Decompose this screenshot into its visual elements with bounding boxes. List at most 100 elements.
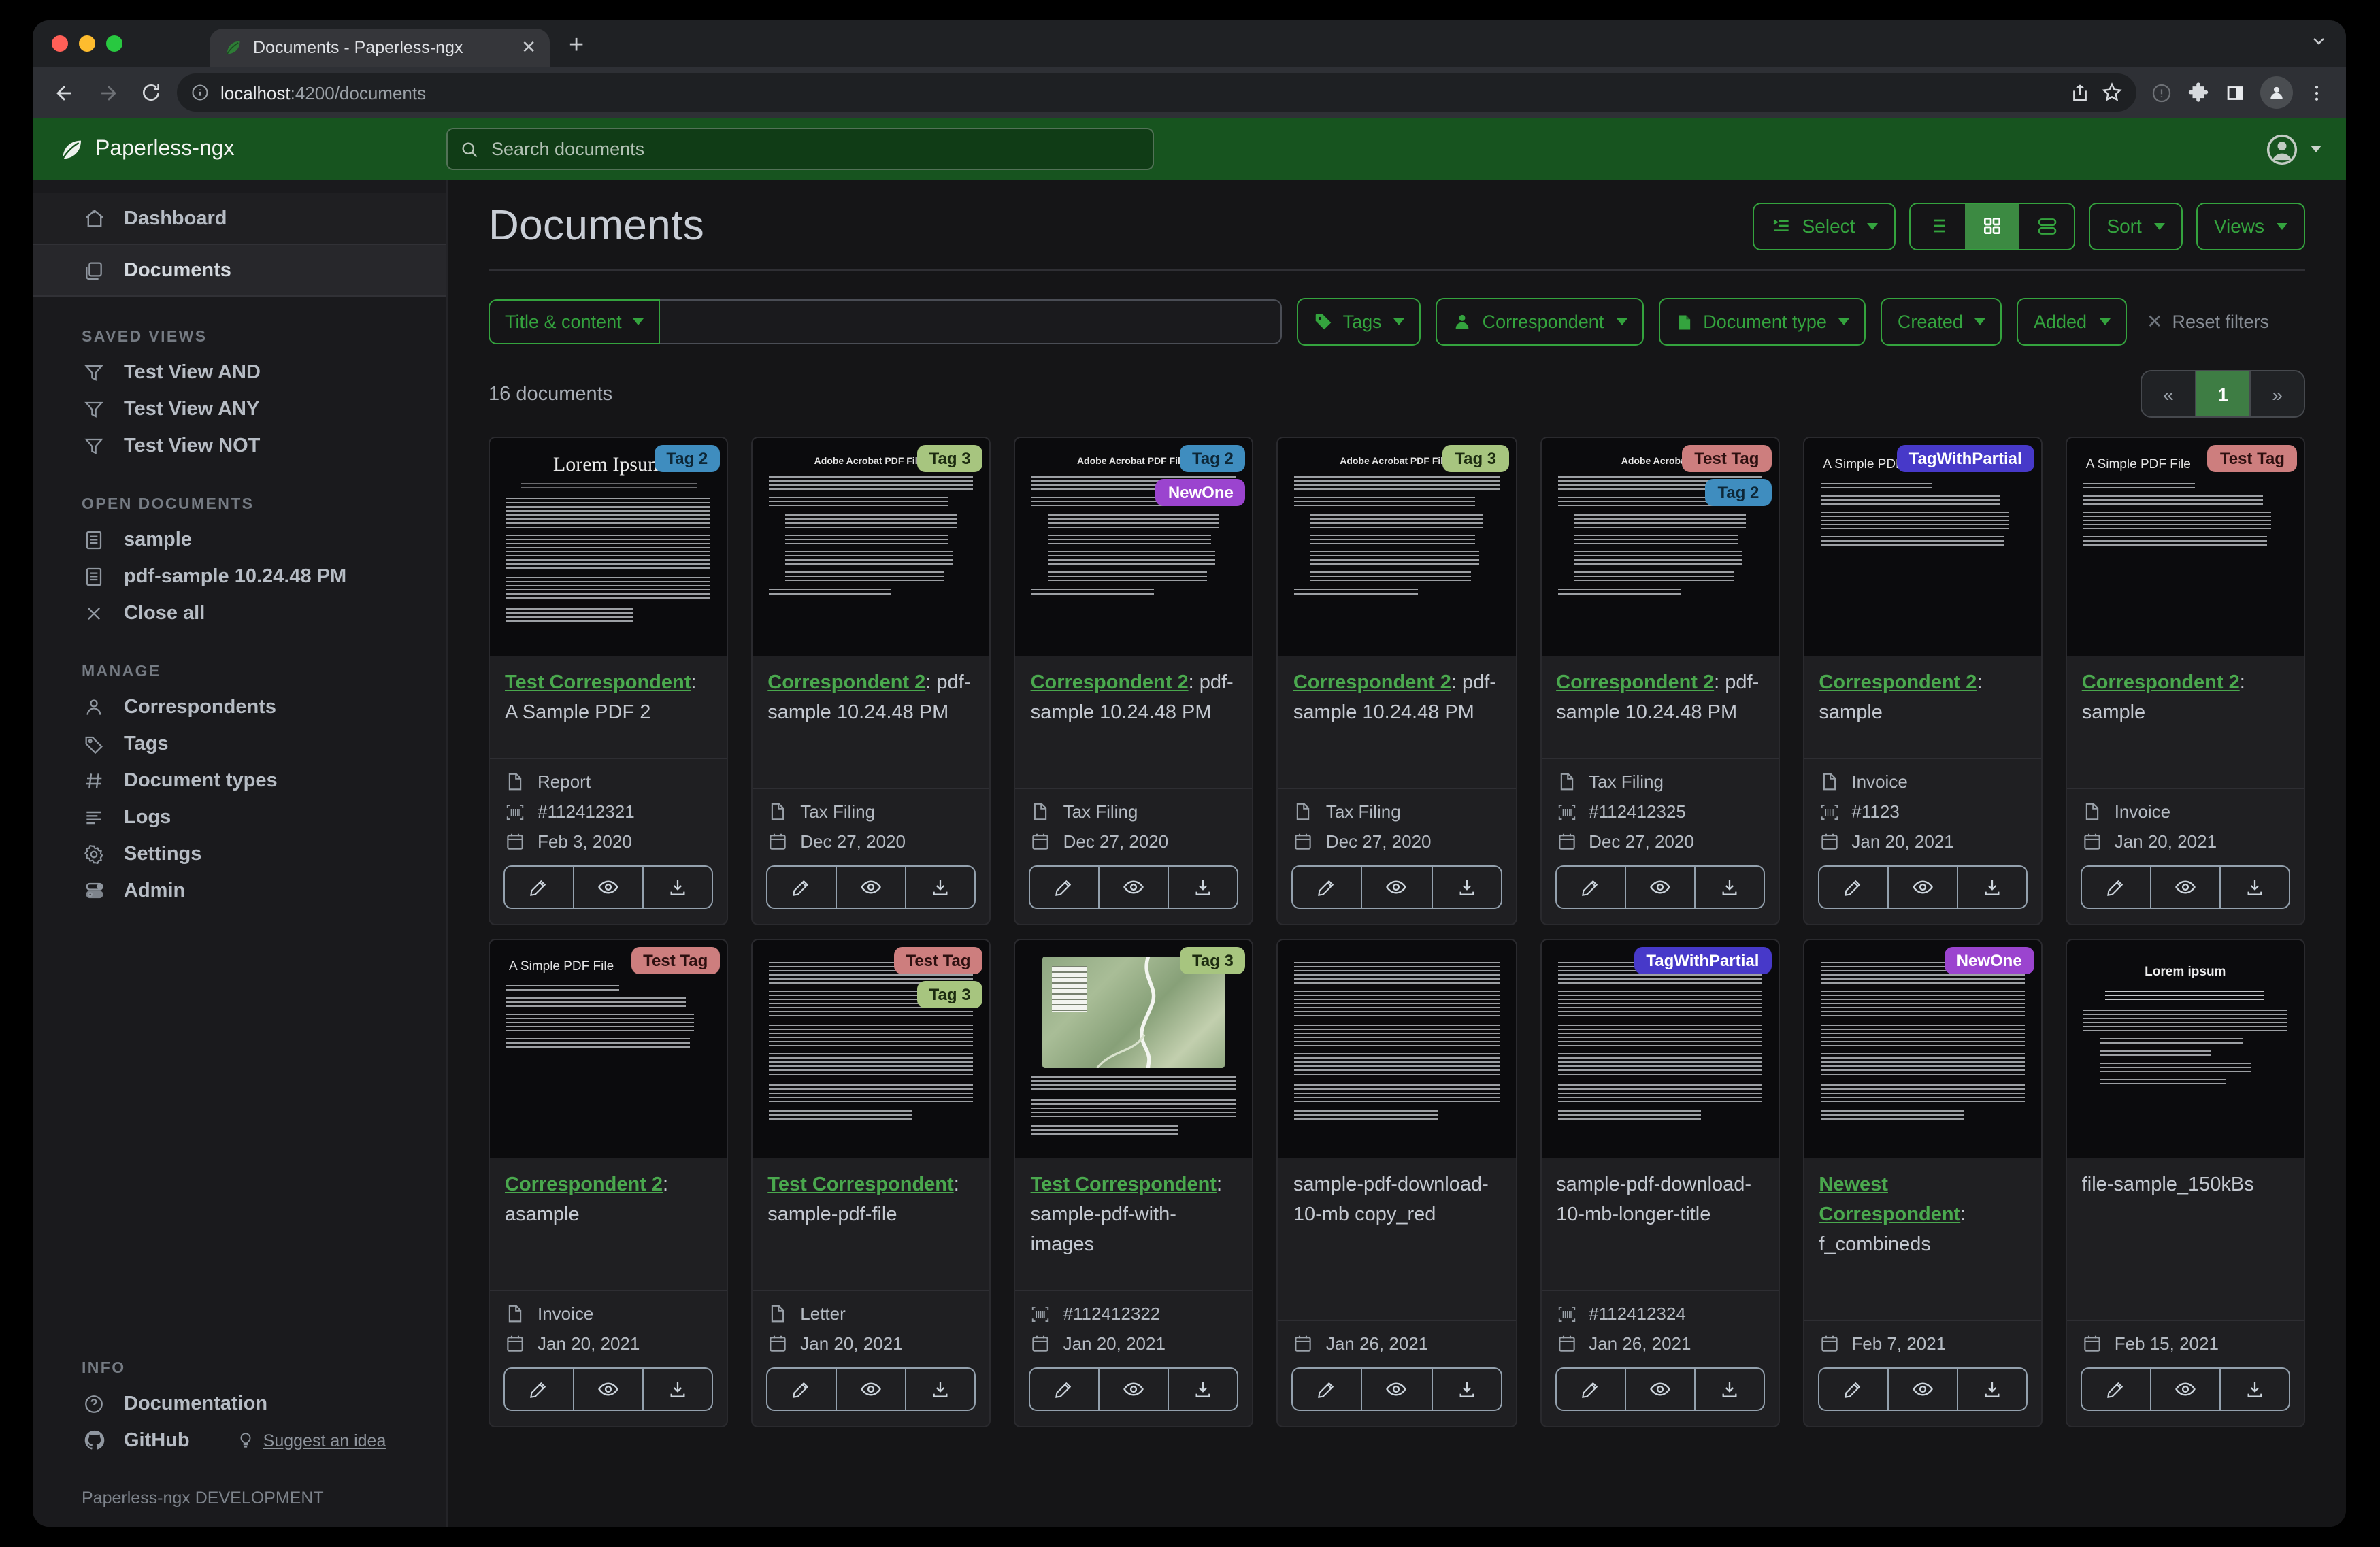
reload-icon[interactable] bbox=[133, 75, 169, 110]
correspondent-link[interactable]: Test Correspondent bbox=[767, 1174, 953, 1196]
edit-button[interactable] bbox=[505, 1369, 575, 1410]
sidebar-item-sample[interactable]: sample bbox=[33, 521, 446, 558]
bookmark-star-icon[interactable] bbox=[2101, 82, 2123, 103]
correspondent-link[interactable]: Test Correspondent bbox=[1031, 1174, 1217, 1196]
edit-button[interactable] bbox=[767, 867, 838, 908]
tag-badge[interactable]: Test Tag bbox=[893, 947, 983, 974]
doc-title[interactable]: sample-pdf-download-10-mb-longer-title bbox=[1541, 1158, 1778, 1242]
doc-title[interactable]: Correspondent 2: pdf-sample 10.24.48 PM bbox=[1278, 656, 1515, 739]
download-button[interactable] bbox=[1432, 867, 1500, 908]
download-button[interactable] bbox=[2221, 1369, 2289, 1410]
document-card[interactable]: Adobe Acrobat P Test Tag Tag 2 Corresponden… bbox=[1540, 437, 1780, 925]
preview-button[interactable] bbox=[837, 1369, 907, 1410]
sidebar-item-github[interactable]: GitHub Suggest an idea bbox=[33, 1422, 446, 1459]
doc-title[interactable]: Correspondent 2: sample bbox=[2067, 656, 2304, 739]
added-filter-button[interactable]: Added bbox=[2017, 298, 2127, 346]
close-tab-icon[interactable]: ✕ bbox=[521, 37, 536, 59]
tag-badge[interactable]: NewOne bbox=[1944, 947, 2034, 974]
download-button[interactable] bbox=[906, 867, 974, 908]
sidebar-item-test-view-and[interactable]: Test View AND bbox=[33, 354, 446, 390]
tags-filter-button[interactable]: Tags bbox=[1296, 298, 1421, 346]
doc-thumbnail[interactable]: TagWithPartial bbox=[1541, 940, 1779, 1158]
sidebar-item-documentation[interactable]: Documentation bbox=[33, 1385, 446, 1422]
preview-button[interactable] bbox=[1625, 867, 1696, 908]
doc-title[interactable]: Correspondent 2: pdf-sample 10.24.48 PM bbox=[753, 656, 989, 739]
doc-thumbnail[interactable]: Adobe Acrobat PDF Files Tag 3 bbox=[753, 438, 990, 656]
sidebar-item-close-all[interactable]: Close all bbox=[33, 595, 446, 631]
document-card[interactable]: Lorem Ipsum Tag 2 Test Correspondent: A Sa… bbox=[489, 437, 729, 925]
doc-title[interactable]: Test Correspondent: sample-pdf-with-imag… bbox=[1016, 1158, 1253, 1271]
edit-button[interactable] bbox=[1031, 1369, 1100, 1410]
browser-profile-avatar[interactable] bbox=[2260, 76, 2293, 109]
doc-thumbnail[interactable]: A Simple PDF File Test Tag bbox=[490, 940, 727, 1158]
edit-button[interactable] bbox=[1293, 1369, 1363, 1410]
close-window-button[interactable] bbox=[52, 35, 68, 52]
document-card[interactable]: A Simple PDF File Test Tag Correspondent 2… bbox=[2065, 437, 2305, 925]
tag-badge[interactable]: NewOne bbox=[1155, 479, 1246, 506]
correspondent-link[interactable]: Correspondent 2 bbox=[2082, 672, 2240, 694]
doc-title[interactable]: sample-pdf-download-10-mb copy_red bbox=[1278, 1158, 1515, 1242]
edit-button[interactable] bbox=[2082, 867, 2151, 908]
tag-badge[interactable]: TagWithPartial bbox=[1634, 947, 1772, 974]
document-card[interactable]: TagWithPartial sample-pdf-download-10-mb-… bbox=[1540, 939, 1780, 1427]
address-bar[interactable]: localhost:4200/documents bbox=[177, 73, 2136, 112]
document-card[interactable]: NewOne Newest Correspondent: f_combineds F… bbox=[1802, 939, 2043, 1427]
browser-tab[interactable]: Documents - Paperless-ngx ✕ bbox=[210, 29, 550, 67]
sidebar-item-settings[interactable]: Settings bbox=[33, 835, 446, 872]
doc-title[interactable]: Test Correspondent: sample-pdf-file bbox=[753, 1158, 989, 1242]
tag-badge[interactable]: Tag 2 bbox=[1705, 479, 1772, 506]
back-icon[interactable] bbox=[46, 75, 82, 110]
correspondent-link[interactable]: Correspondent 2 bbox=[1819, 672, 1977, 694]
document-card[interactable]: Tag 3 Test Correspondent: sample-pdf-with… bbox=[1014, 939, 1254, 1427]
reset-filters-button[interactable]: ✕ Reset filters bbox=[2147, 310, 2269, 333]
sidebar-item-correspondents[interactable]: Correspondents bbox=[33, 688, 446, 725]
download-button[interactable] bbox=[1958, 867, 2026, 908]
doc-thumbnail[interactable]: Tag 3 bbox=[1015, 940, 1253, 1158]
list-view-button[interactable] bbox=[1911, 203, 1965, 248]
download-button[interactable] bbox=[2221, 867, 2289, 908]
doc-thumbnail[interactable]: A Simple PDF File TagWithPartial bbox=[1804, 438, 2041, 656]
user-menu[interactable] bbox=[2264, 131, 2321, 167]
preview-button[interactable] bbox=[1889, 1369, 1958, 1410]
sidebar-item-tags[interactable]: Tags bbox=[33, 725, 446, 762]
doc-thumbnail[interactable]: NewOne bbox=[1804, 940, 2041, 1158]
doc-thumbnail[interactable]: Adobe Acrobat PDF Files Tag 3 bbox=[1278, 438, 1516, 656]
document-card[interactable]: A Simple PDF File Test Tag Correspondent 2… bbox=[489, 939, 729, 1427]
doc-title[interactable]: file-sample_150kBs bbox=[2067, 1158, 2304, 1212]
doc-title[interactable]: Correspondent 2: pdf-sample 10.24.48 PM bbox=[1541, 656, 1778, 739]
suggest-an-idea-link[interactable]: Suggest an idea bbox=[237, 1431, 386, 1450]
new-tab-button[interactable]: + bbox=[569, 31, 584, 61]
correspondent-link[interactable]: Correspondent 2 bbox=[767, 672, 925, 694]
doc-thumbnail[interactable]: Adobe Acrobat P Test Tag Tag 2 bbox=[1541, 438, 1779, 656]
tag-badge[interactable]: Tag 3 bbox=[1442, 445, 1509, 472]
tag-badge[interactable]: Tag 2 bbox=[1179, 445, 1246, 472]
correspondent-link[interactable]: Newest Correspondent bbox=[1819, 1174, 1960, 1226]
document-card[interactable]: A Simple PDF File TagWithPartial Correspon… bbox=[1802, 437, 2043, 925]
tag-badge[interactable]: Tag 3 bbox=[1179, 947, 1246, 974]
tag-badge[interactable]: Tag 2 bbox=[654, 445, 721, 472]
preview-button[interactable] bbox=[2151, 1369, 2221, 1410]
preview-button[interactable] bbox=[837, 867, 907, 908]
edit-button[interactable] bbox=[1556, 1369, 1626, 1410]
document-card[interactable]: Lorem ipsum file-sample_150kBs Feb 15, 202… bbox=[2065, 939, 2305, 1427]
download-button[interactable] bbox=[1958, 1369, 2026, 1410]
correspondent-link[interactable]: Correspondent 2 bbox=[505, 1174, 663, 1196]
doc-thumbnail[interactable] bbox=[1278, 940, 1516, 1158]
document-card[interactable]: Adobe Acrobat PDF Files Tag 3 Corresponden… bbox=[751, 437, 991, 925]
views-button[interactable]: Views bbox=[2196, 202, 2305, 250]
download-button[interactable] bbox=[1695, 867, 1763, 908]
tag-badge[interactable]: Test Tag bbox=[1682, 445, 1772, 472]
grid-view-button[interactable] bbox=[1965, 203, 2020, 248]
preview-button[interactable] bbox=[574, 1369, 644, 1410]
tag-badge[interactable]: Tag 3 bbox=[916, 445, 983, 472]
doc-title[interactable]: Correspondent 2: asample bbox=[490, 1158, 727, 1242]
extension-badge-icon[interactable] bbox=[2150, 81, 2173, 104]
doc-thumbnail[interactable]: Adobe Acrobat PDF Files Tag 2 NewOne bbox=[1015, 438, 1253, 656]
preview-button[interactable] bbox=[574, 867, 644, 908]
edit-button[interactable] bbox=[505, 867, 575, 908]
download-button[interactable] bbox=[644, 1369, 712, 1410]
doc-title[interactable]: Correspondent 2: pdf-sample 10.24.48 PM bbox=[1016, 656, 1253, 739]
tag-badge[interactable]: Test Tag bbox=[631, 947, 721, 974]
filter-text-input[interactable] bbox=[659, 299, 1282, 344]
doc-thumbnail[interactable]: Lorem ipsum bbox=[2066, 940, 2304, 1158]
